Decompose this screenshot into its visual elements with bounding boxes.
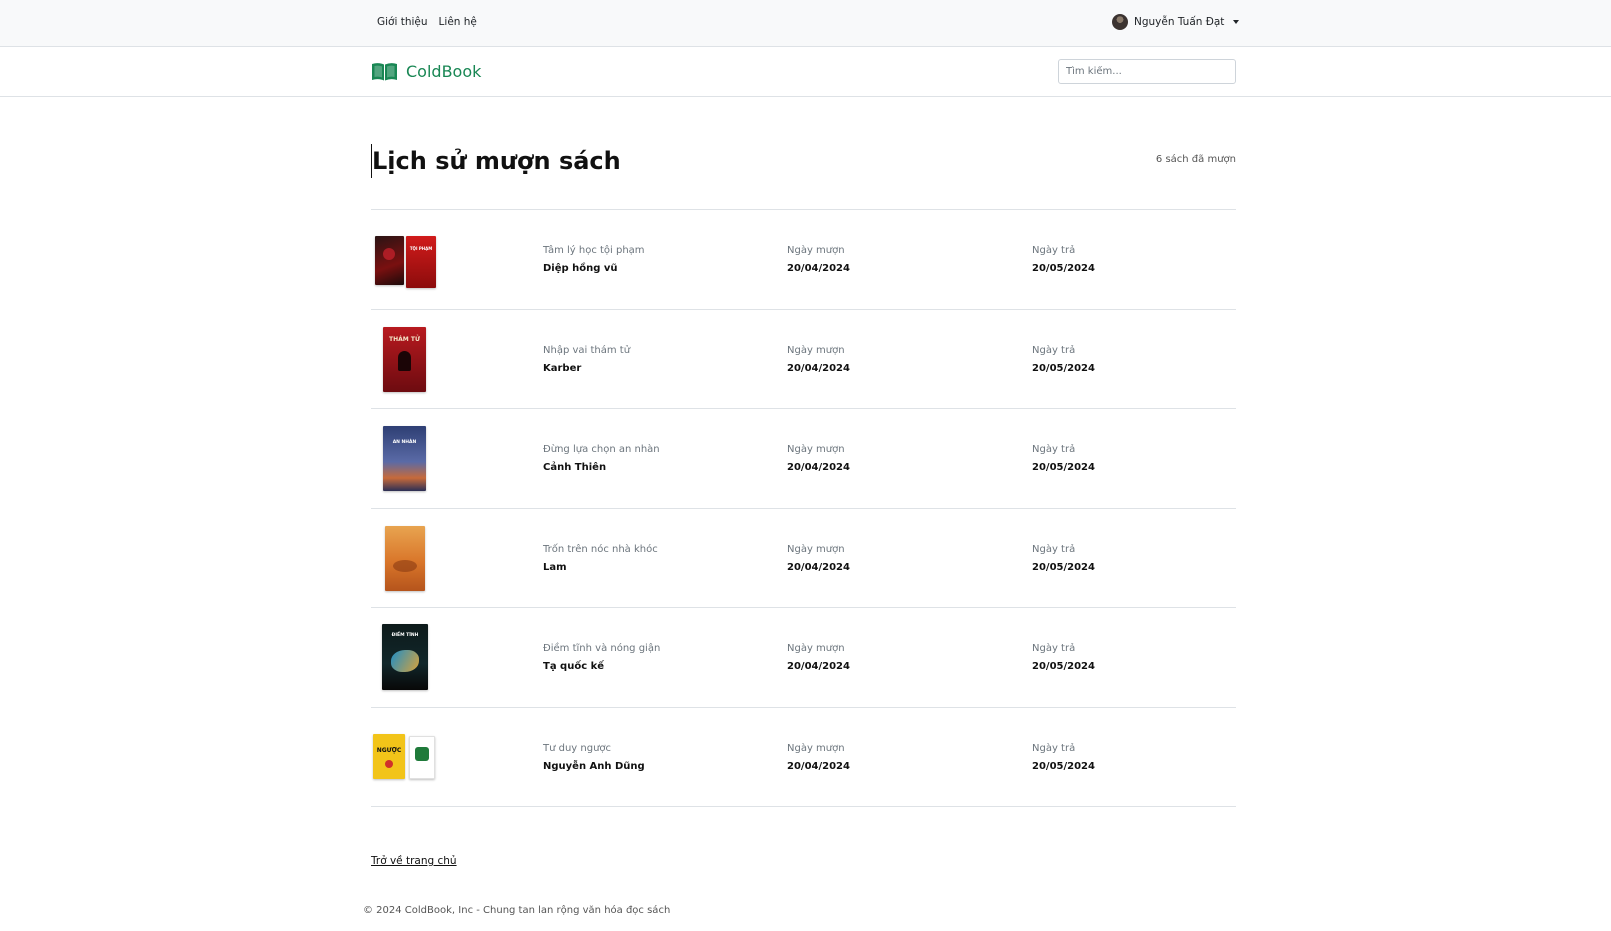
book-author: Diệp hồng vũ xyxy=(543,263,618,274)
return-date: 20/05/2024 xyxy=(1032,661,1095,672)
borrow-date: 20/04/2024 xyxy=(787,362,850,374)
cover-title: ĐIỀM TĨNH xyxy=(391,633,419,638)
return-date: 20/05/2024 xyxy=(1032,263,1095,274)
book-cover[interactable]: AN NHÀN xyxy=(371,409,521,508)
return-date-label: Ngày trả xyxy=(1032,245,1076,256)
site-header: ColdBook xyxy=(0,47,1611,97)
search-input[interactable] xyxy=(1058,59,1236,84)
book-cover[interactable]: THÁM TỬ xyxy=(371,310,521,409)
book-title: Điềm tĩnh và nóng giận xyxy=(543,643,661,654)
book-author: Lam xyxy=(543,561,567,573)
book-title: Trốn trên nóc nhà khóc xyxy=(543,543,658,555)
return-date: 20/05/2024 xyxy=(1032,760,1095,772)
list-item: AN NHÀN Đừng lựa chọn an nhàn Cảnh Thiên… xyxy=(371,409,1236,509)
return-date-label: Ngày trả xyxy=(1032,543,1076,555)
return-date: 20/05/2024 xyxy=(1032,362,1095,374)
back-to-home-link[interactable]: Trở về trang chủ xyxy=(371,855,457,867)
top-nav: Giới thiệu Liên hệ xyxy=(377,16,477,28)
footer-copyright: © 2024 ColdBook, Inc - Chung tan lan rộn… xyxy=(363,905,671,916)
list-item: ĐIỀM TĨNH Điềm tĩnh và nóng giận Tạ quốc… xyxy=(371,608,1236,708)
avatar xyxy=(1112,14,1128,30)
book-cover[interactable] xyxy=(371,509,521,608)
nav-link-contact[interactable]: Liên hệ xyxy=(439,16,477,28)
book-title: Đừng lựa chọn an nhàn xyxy=(543,444,660,455)
borrow-date-label: Ngày mượn xyxy=(787,245,845,256)
cover-title: TỘI PHẠM xyxy=(409,246,433,251)
user-menu[interactable]: Nguyễn Tuấn Đạt xyxy=(1112,14,1240,30)
borrow-date: 20/04/2024 xyxy=(787,263,850,274)
book-cover[interactable]: TỘI PHẠM xyxy=(371,210,521,309)
open-book-icon xyxy=(372,63,397,81)
book-author: Nguyễn Anh Dũng xyxy=(543,760,645,772)
cover-title: NGƯỢC xyxy=(376,746,402,754)
book-author: Tạ quốc kế xyxy=(543,661,605,672)
borrow-date: 20/04/2024 xyxy=(787,760,850,772)
list-item: NGƯỢC Tư duy ngược Nguyễn Anh Dũng Ngày … xyxy=(371,708,1236,807)
borrow-date: 20/04/2024 xyxy=(787,561,850,573)
cover-title: THÁM TỬ xyxy=(389,335,420,343)
return-date: 20/05/2024 xyxy=(1032,561,1095,573)
borrow-date-label: Ngày mượn xyxy=(787,344,845,356)
borrow-date-label: Ngày mượn xyxy=(787,643,845,654)
book-title: Nhập vai thám tử xyxy=(543,344,631,356)
borrow-date-label: Ngày mượn xyxy=(787,742,845,754)
return-date-label: Ngày trả xyxy=(1032,643,1076,654)
book-author: Karber xyxy=(543,362,582,374)
return-date-label: Ngày trả xyxy=(1032,742,1076,754)
cover-title: AN NHÀN xyxy=(392,440,417,445)
chevron-down-icon xyxy=(1233,20,1240,24)
list-item: TỘI PHẠM Tâm lý học tội phạm Diệp hồng v… xyxy=(371,210,1236,310)
return-date-label: Ngày trả xyxy=(1032,344,1076,356)
borrowed-count: 6 sách đã mượn xyxy=(1155,154,1236,165)
borrow-date-label: Ngày mượn xyxy=(787,444,845,455)
book-cover[interactable]: NGƯỢC xyxy=(371,708,521,807)
nav-link-about[interactable]: Giới thiệu xyxy=(377,16,428,28)
book-title: Tư duy ngược xyxy=(543,742,612,754)
list-item: THÁM TỬ Nhập vai thám tử Karber Ngày mượ… xyxy=(371,310,1236,409)
book-title: Tâm lý học tội phạm xyxy=(543,245,645,256)
borrow-date-label: Ngày mượn xyxy=(787,543,845,555)
return-date: 20/05/2024 xyxy=(1032,462,1095,473)
page-title: Lịch sử mượn sách xyxy=(371,144,621,178)
return-date-label: Ngày trả xyxy=(1032,444,1076,455)
borrow-history-list: TỘI PHẠM Tâm lý học tội phạm Diệp hồng v… xyxy=(371,209,1236,807)
book-cover[interactable]: ĐIỀM TĨNH xyxy=(371,608,521,707)
brand-logo-link[interactable]: ColdBook xyxy=(371,61,481,82)
brand-name: ColdBook xyxy=(406,62,482,81)
top-utility-bar: Giới thiệu Liên hệ Nguyễn Tuấn Đạt xyxy=(0,0,1611,47)
borrow-date: 20/04/2024 xyxy=(787,462,850,473)
borrow-date: 20/04/2024 xyxy=(787,661,850,672)
book-author: Cảnh Thiên xyxy=(543,462,607,473)
list-item: Trốn trên nóc nhà khóc Lam Ngày mượn 20/… xyxy=(371,509,1236,608)
user-name: Nguyễn Tuấn Đạt xyxy=(1134,16,1225,28)
